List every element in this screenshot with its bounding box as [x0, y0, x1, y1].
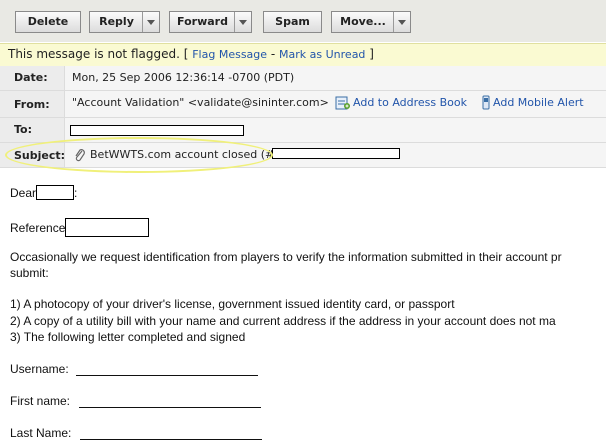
spam-button[interactable]: Spam [263, 11, 322, 33]
reference-line: Reference [10, 218, 150, 237]
dear-suffix: : [74, 186, 78, 200]
flag-message-link[interactable]: Flag Message [192, 48, 267, 61]
chevron-down-icon [398, 20, 406, 25]
flag-status: This message is not flagged. [ Flag Mess… [8, 44, 374, 65]
move-button-label: Move... [340, 15, 386, 28]
subject-highlight-ellipse [5, 137, 273, 173]
delete-button-label: Delete [27, 15, 69, 28]
list-item-3: 3) The following letter completed and si… [10, 330, 246, 344]
chevron-down-icon [147, 20, 155, 25]
date-row: Date: Mon, 25 Sep 2006 12:36:14 -0700 (P… [0, 66, 606, 91]
lastname-label: Last Name: [10, 426, 72, 440]
flag-status-bar: This message is not flagged. [ Flag Mess… [0, 43, 606, 67]
add-mobile-alert-link[interactable]: Add Mobile Alert [493, 96, 584, 109]
toolbar: Delete Reply Forward Spam Move... [0, 0, 606, 42]
redacted-recipient [70, 125, 244, 136]
reply-button-label: Reply [99, 15, 134, 28]
redacted-subject-id [272, 148, 400, 159]
paragraph-line-1: Occasionally we request identification f… [10, 250, 562, 264]
username-blank-line [76, 375, 258, 376]
date-label: Date: [14, 71, 48, 84]
to-label: To: [14, 123, 32, 136]
greeting: Dear: [10, 185, 77, 200]
chevron-down-icon [239, 20, 247, 25]
redacted-name [36, 185, 75, 200]
mark-unread-link[interactable]: Mark as Unread [279, 48, 365, 61]
from-value: "Account Validation" <validate@sininter.… [72, 96, 329, 109]
move-dropdown[interactable] [393, 12, 410, 32]
dear-text: Dear [10, 186, 37, 200]
reply-button[interactable]: Reply [89, 11, 160, 33]
from-row: From: "Account Validation" <validate@sin… [0, 91, 606, 118]
list-item-1: 1) A photocopy of your driver's license,… [10, 297, 455, 311]
spam-button-label: Spam [275, 15, 310, 28]
flag-status-text: This message is not flagged. [ [8, 47, 189, 61]
firstname-label: First name: [10, 394, 71, 408]
mobile-phone-icon[interactable] [481, 95, 491, 115]
list-item-2: 2) A copy of a utility bill with your na… [10, 314, 556, 328]
username-label: Username: [10, 362, 69, 376]
add-to-address-book-link[interactable]: Add to Address Book [353, 96, 467, 109]
firstname-blank-line [79, 407, 261, 408]
flag-status-suffix: ] [365, 47, 374, 61]
lastname-blank-line [80, 439, 262, 440]
date-value: Mon, 25 Sep 2006 12:36:14 -0700 (PDT) [72, 71, 295, 84]
from-label: From: [14, 98, 50, 111]
delete-button[interactable]: Delete [15, 11, 81, 33]
to-label-cell [0, 118, 65, 142]
forward-button[interactable]: Forward [169, 11, 252, 33]
forward-button-label: Forward [177, 15, 228, 28]
address-book-icon[interactable] [335, 95, 351, 115]
forward-dropdown[interactable] [234, 12, 251, 32]
reference-label: Reference [10, 221, 66, 235]
redacted-reference [65, 218, 150, 237]
paragraph-line-2: submit: [10, 266, 49, 280]
flag-separator: - [267, 47, 280, 61]
move-button[interactable]: Move... [331, 11, 411, 33]
reply-dropdown[interactable] [142, 12, 159, 32]
